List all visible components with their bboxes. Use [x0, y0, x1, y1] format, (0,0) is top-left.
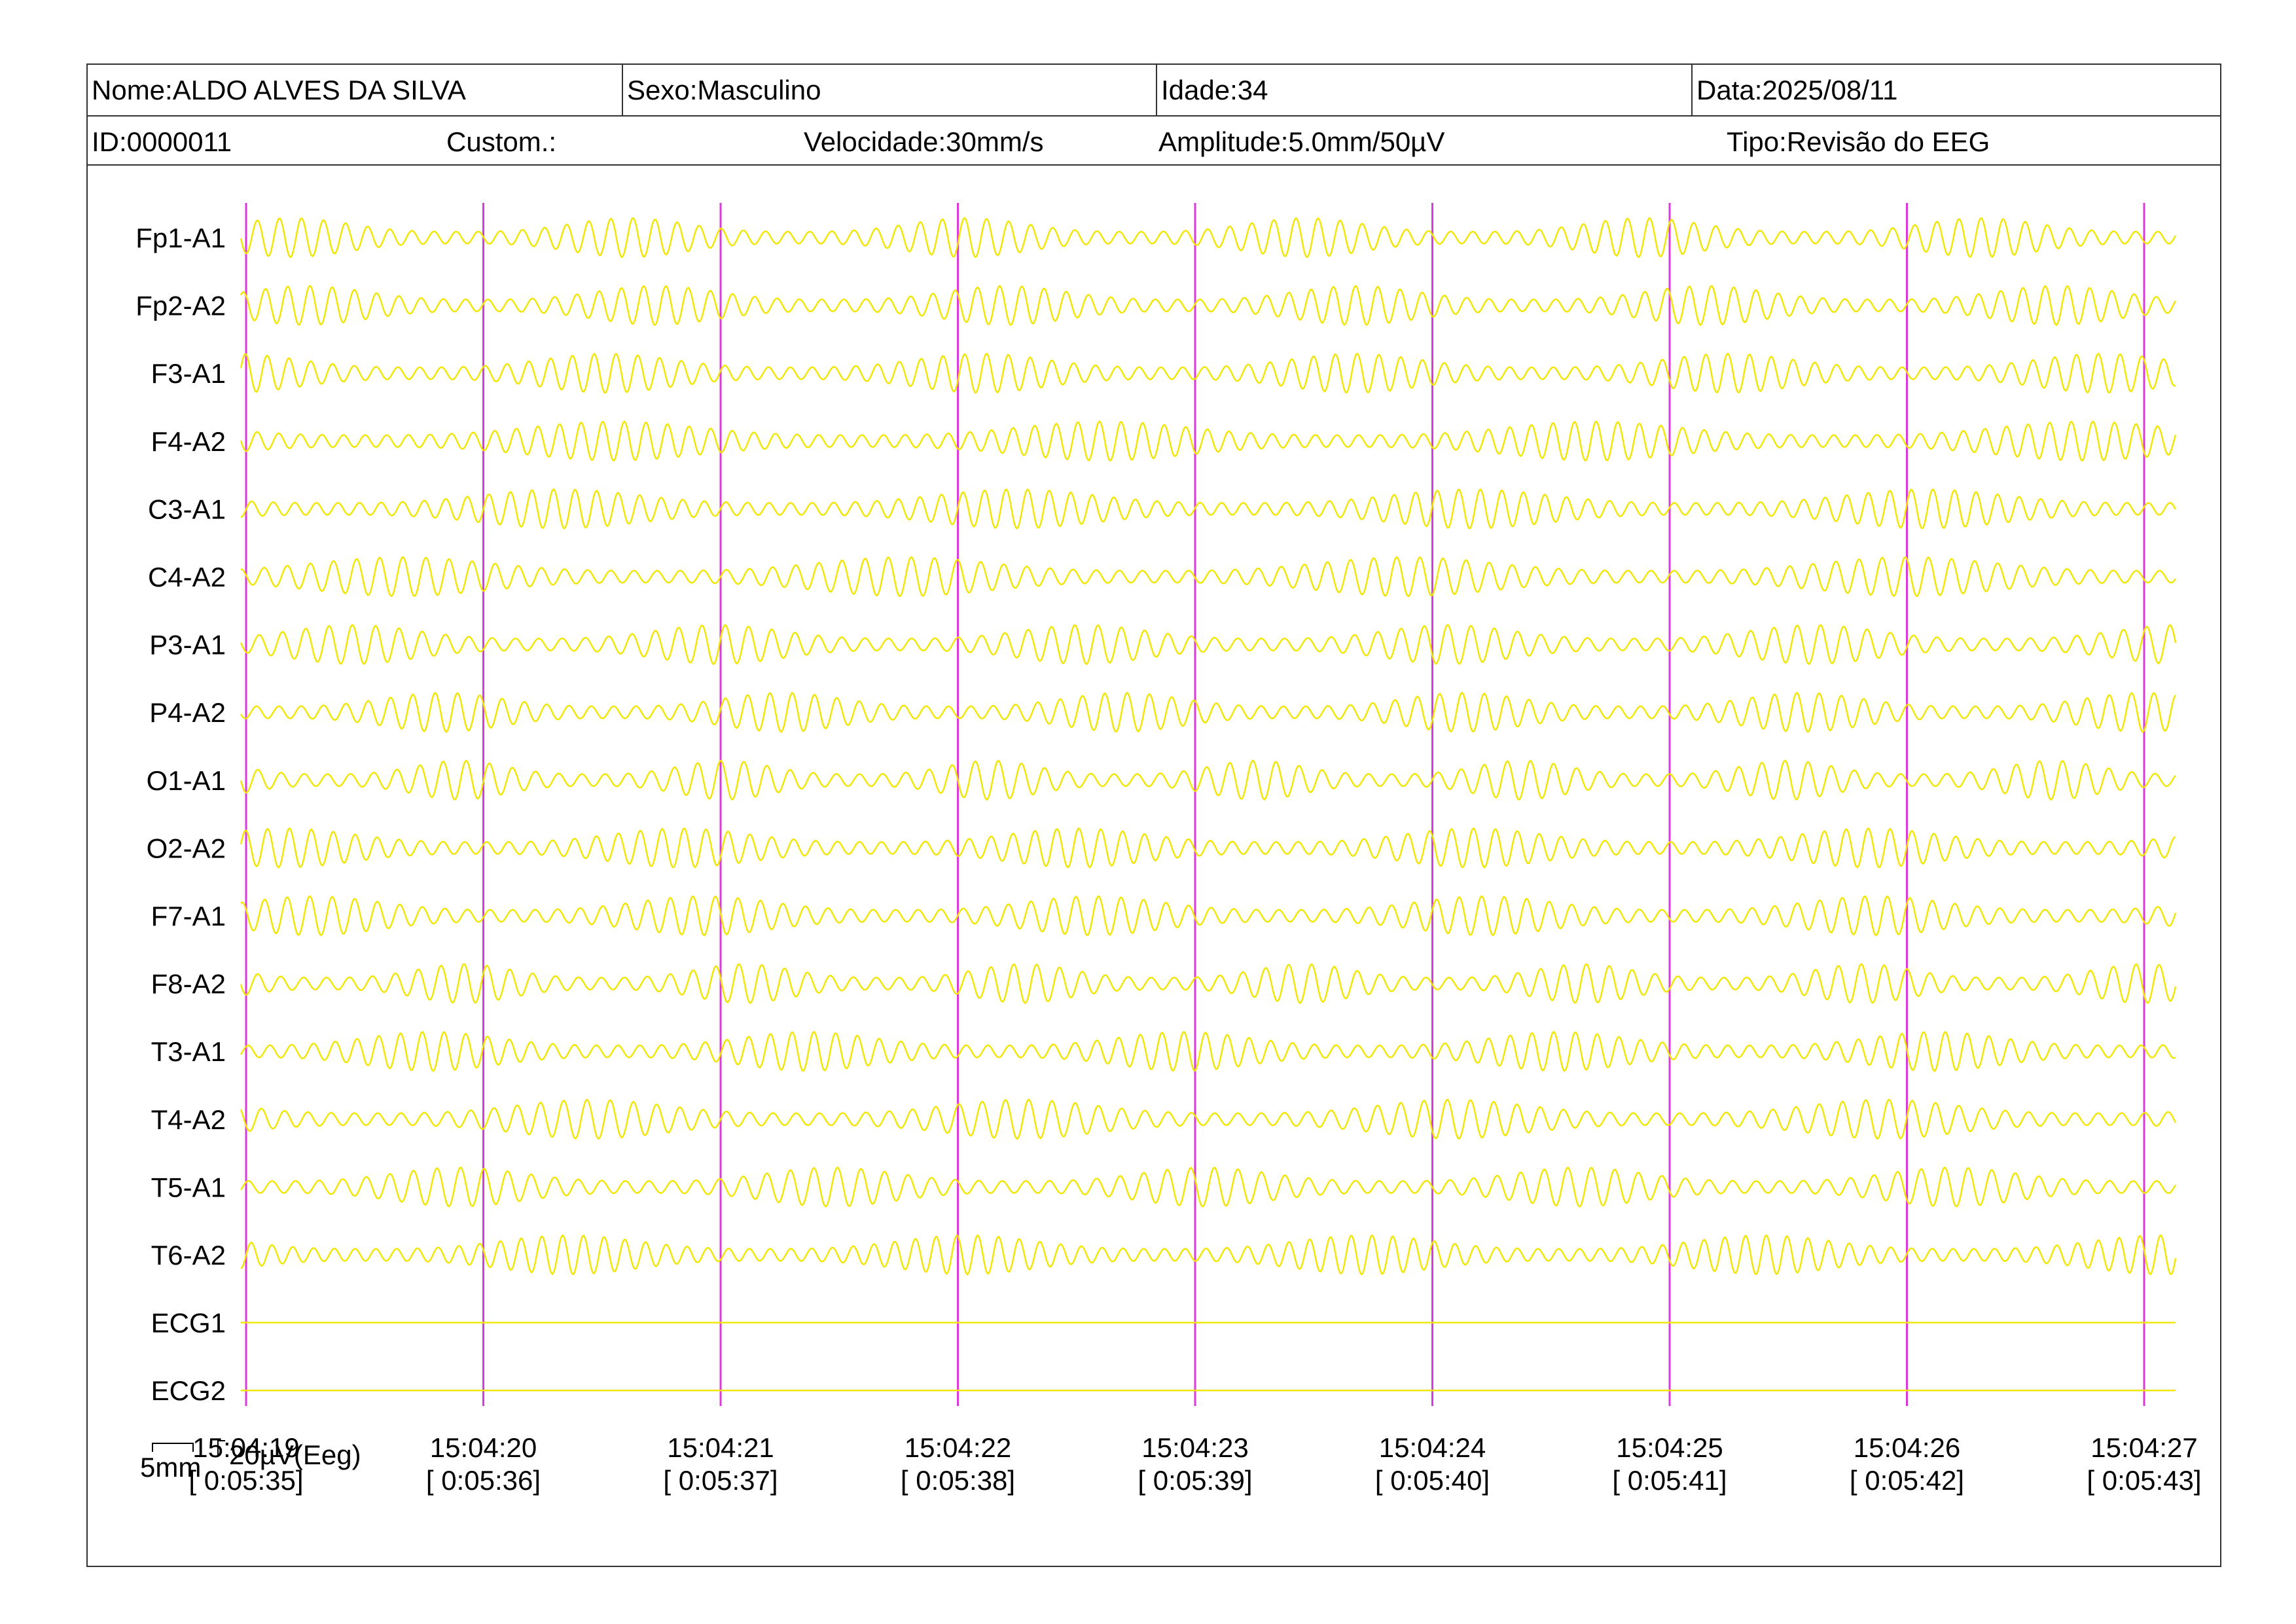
channel-trace	[240, 352, 2176, 394]
channel-trace	[240, 1030, 2176, 1072]
channel-label: Fp1-A1	[135, 223, 226, 253]
channel-labels: Fp1-A1 Fp2-A2 F3-A1 F4-A2 C3-A1 C4-A2 P3-A1 P4-…	[135, 223, 226, 1406]
channel-trace	[240, 691, 2177, 733]
channel-trace	[240, 1234, 2177, 1276]
channel-label: ECG2	[151, 1375, 226, 1406]
timestamp-elapsed: [ 0:05:36]	[426, 1465, 541, 1496]
channel-trace	[240, 1098, 2177, 1140]
timestamp-clock: 15:04:27	[2090, 1432, 2198, 1463]
timestamp-elapsed: [ 0:05:42]	[1850, 1465, 1964, 1496]
timestamp-clock: 15:04:26	[1854, 1432, 1961, 1463]
channel-label: ECG1	[151, 1308, 226, 1339]
time-scale-bracket	[152, 1443, 194, 1452]
timestamp-clock: 15:04:24	[1379, 1432, 1486, 1463]
channel-trace	[240, 759, 2176, 801]
channel-label: F4-A2	[151, 426, 226, 457]
timestamp-clock: 15:04:23	[1141, 1432, 1249, 1463]
channel-trace	[240, 827, 2176, 869]
timestamp-elapsed: [ 0:05:39]	[1138, 1465, 1252, 1496]
channel-trace	[240, 556, 2176, 598]
channel-trace	[240, 488, 2177, 530]
channel-label: T6-A2	[151, 1240, 226, 1271]
amplitude-scale-bracket	[217, 1440, 225, 1456]
timestamp-elapsed: [ 0:05:37]	[663, 1465, 778, 1496]
channel-trace	[240, 217, 2177, 259]
timestamp-clock: 15:04:20	[430, 1432, 537, 1463]
channel-trace	[240, 962, 2177, 1005]
channel-label: F3-A1	[151, 358, 226, 389]
channel-label: C4-A2	[148, 562, 226, 592]
channel-trace	[240, 420, 2177, 462]
second-markers	[245, 203, 2145, 1406]
timestamp-clock: 15:04:25	[1616, 1432, 1723, 1463]
timestamp-elapsed: [ 0:05:40]	[1375, 1465, 1490, 1496]
timestamp-elapsed: [ 0:05:41]	[1612, 1465, 1727, 1496]
channel-label: T3-A1	[151, 1036, 226, 1067]
channel-label: Fp2-A2	[135, 291, 226, 321]
amplitude-scale-label: 20µV(Eeg)	[229, 1439, 361, 1470]
timestamp-elapsed: [ 0:05:43]	[2087, 1465, 2201, 1496]
timestamp-clock: 15:04:21	[667, 1432, 774, 1463]
channel-label: O2-A2	[147, 833, 226, 863]
time-axis: 15:04:19[ 0:05:35]15:04:20[ 0:05:36]15:0…	[188, 1432, 2201, 1496]
channel-trace	[240, 285, 2177, 327]
channel-traces	[240, 217, 2177, 1392]
channel-label: C3-A1	[148, 494, 226, 524]
channel-trace	[240, 895, 2177, 937]
timestamp-elapsed: [ 0:05:38]	[901, 1465, 1015, 1496]
channel-label: T4-A2	[151, 1104, 226, 1135]
channel-label: P4-A2	[149, 697, 226, 728]
channel-label: T5-A1	[151, 1172, 226, 1202]
channel-label: O1-A1	[147, 765, 226, 796]
channel-trace	[240, 623, 2177, 666]
channel-label: F8-A2	[151, 969, 226, 1000]
time-scale-label: 5mm	[140, 1452, 202, 1483]
channel-label: P3-A1	[149, 630, 226, 660]
timestamp-clock: 15:04:22	[905, 1432, 1012, 1463]
channel-trace	[240, 1166, 2177, 1208]
eeg-trace-area: Fp1-A1 Fp2-A2 F3-A1 F4-A2 C3-A1 C4-A2 P3-A1 P4-…	[135, 203, 2202, 1496]
channel-label: F7-A1	[151, 901, 226, 931]
